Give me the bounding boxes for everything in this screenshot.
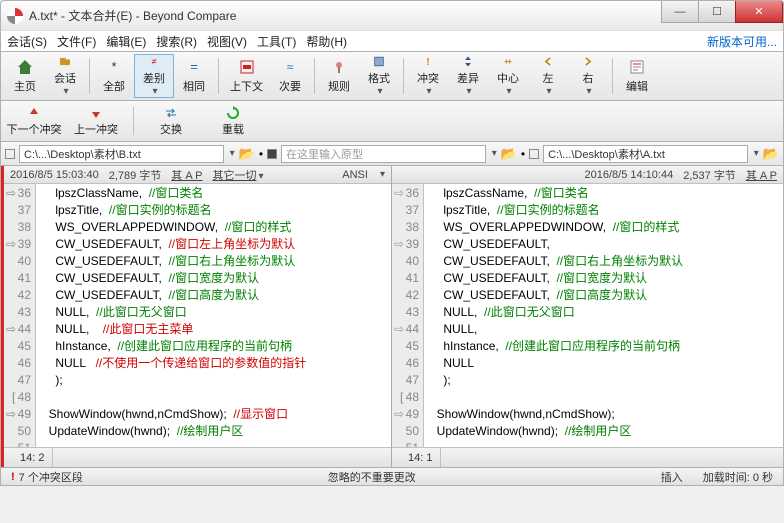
diff-button[interactable]: ≠差别▾ xyxy=(134,54,174,98)
left-header: 2016/8/5 15:03:40 2,789 字节 其 A P 其它一切▾ A… xyxy=(4,166,391,184)
session-button[interactable]: 会话▾ xyxy=(45,54,85,98)
left-pane: 2016/8/5 15:03:40 2,789 字节 其 A P 其它一切▾ A… xyxy=(1,166,392,467)
svg-text:≈: ≈ xyxy=(287,60,294,74)
center-button[interactable]: 中心▾ xyxy=(488,54,528,98)
update-link[interactable]: 新版本可用... xyxy=(707,33,777,50)
svg-text:*: * xyxy=(111,59,116,74)
right-code[interactable]: lpszCassName, //窗口类名 lpszTitle, //窗口实例的标… xyxy=(424,184,783,447)
nav-toolbar: 下一个冲突 上一冲突 交换 重载 xyxy=(0,101,784,142)
left-gutter: 363738394041424344454647484950515253 xyxy=(4,184,36,447)
ignored-label: 忽略的不重要更改 xyxy=(93,468,651,485)
home-button[interactable]: 主页 xyxy=(5,54,45,98)
right-marker[interactable] xyxy=(529,149,539,159)
center-path-input[interactable]: 在这里输入原型 xyxy=(281,145,486,163)
diffnav-button[interactable]: 差异▾ xyxy=(448,54,488,98)
warn-icon: ! xyxy=(11,471,15,483)
right-header: 2016/8/5 14:10:44 2,537 字节 其 A P xyxy=(392,166,783,184)
menu-tools[interactable]: 工具(T) xyxy=(257,33,296,50)
right-pane: 2016/8/5 14:10:44 2,537 字节 其 A P 3637383… xyxy=(392,166,783,467)
swap-button[interactable]: 交换 xyxy=(142,103,200,139)
right-status: 14: 1 xyxy=(392,447,783,467)
menu-session[interactable]: 会话(S) xyxy=(7,33,47,50)
left-button[interactable]: 左▾ xyxy=(528,54,568,98)
left-bytes: 2,789 字节 xyxy=(109,167,162,183)
format-button[interactable]: 格式▾ xyxy=(359,54,399,98)
all-button[interactable]: *全部 xyxy=(94,54,134,98)
insert-mode: 插入 xyxy=(651,468,693,485)
center-path-dropdown[interactable]: ▾ xyxy=(492,148,497,159)
left-enc[interactable]: ANSI xyxy=(342,169,368,181)
right-button[interactable]: 右▾ xyxy=(568,54,608,98)
main-toolbar: 主页 会话▾ *全部 ≠差别▾ =相同 上下文 ≈次要 规则 格式▾ !冲突▾ … xyxy=(0,52,784,101)
app-icon xyxy=(7,8,23,24)
center-marker[interactable] xyxy=(267,149,277,159)
prev-conflict-button[interactable]: 下一个冲突 xyxy=(5,103,63,139)
right-pos: 14: 1 xyxy=(400,448,441,467)
right-gutter: 363738394041424344454647484950515253 xyxy=(392,184,424,447)
reload-button[interactable]: 重载 xyxy=(204,103,262,139)
menubar: 会话(S) 文件(F) 编辑(E) 搜索(R) 视图(V) 工具(T) 帮助(H… xyxy=(0,30,784,52)
titlebar: A.txt* - 文本合并(E) - Beyond Compare ― ☐ ✕ xyxy=(0,0,784,30)
window-title: A.txt* - 文本合并(E) - Beyond Compare xyxy=(29,7,236,24)
next-conflict-button[interactable]: 上一冲突 xyxy=(67,103,125,139)
right-bytes: 2,537 字节 xyxy=(683,167,736,183)
left-more[interactable]: 其它一切▾ xyxy=(212,167,263,183)
left-code[interactable]: lpszClassName, //窗口类名 lpszTitle, //窗口实例的… xyxy=(36,184,391,447)
menu-file[interactable]: 文件(F) xyxy=(57,33,96,50)
left-date: 2016/8/5 15:03:40 xyxy=(10,169,99,181)
path-bar: C:\...\Desktop\素材\B.txt ▾ 📂 • 在这里输入原型 ▾ … xyxy=(0,142,784,166)
left-path-dropdown[interactable]: ▾ xyxy=(230,148,235,159)
conflicts-count: 7 个冲突区段 xyxy=(19,469,83,485)
close-button[interactable]: ✕ xyxy=(735,1,783,23)
right-date: 2016/8/5 14:10:44 xyxy=(585,169,674,181)
same-button[interactable]: =相同 xyxy=(174,54,214,98)
left-open-icon[interactable]: 📂 xyxy=(239,146,255,162)
left-oth[interactable]: 其 A P xyxy=(171,167,202,183)
maximize-button[interactable]: ☐ xyxy=(698,1,736,23)
menu-help[interactable]: 帮助(H) xyxy=(306,33,347,50)
conflict-button[interactable]: !冲突▾ xyxy=(408,54,448,98)
minor-button[interactable]: ≈次要 xyxy=(270,54,310,98)
svg-text:=: = xyxy=(190,59,198,74)
right-path-dropdown[interactable]: ▾ xyxy=(754,148,759,159)
right-path-input[interactable]: C:\...\Desktop\素材\A.txt xyxy=(543,145,748,163)
compare-area: 2016/8/5 15:03:40 2,789 字节 其 A P 其它一切▾ A… xyxy=(0,166,784,468)
left-status: 14: 2 xyxy=(4,447,391,467)
context-button[interactable]: 上下文 xyxy=(223,54,270,98)
right-open-icon[interactable]: 📂 xyxy=(763,146,779,162)
left-path-input[interactable]: C:\...\Desktop\素材\B.txt xyxy=(19,145,224,163)
minimize-button[interactable]: ― xyxy=(661,1,699,23)
menu-view[interactable]: 视图(V) xyxy=(207,33,247,50)
rules-button[interactable]: 规则 xyxy=(319,54,359,98)
edit-button[interactable]: 编辑 xyxy=(617,54,657,98)
statusbar: ! 7 个冲突区段 忽略的不重要更改 插入 加载时间: 0 秒 xyxy=(0,468,784,486)
svg-text:≠: ≠ xyxy=(151,56,156,66)
svg-text:!: ! xyxy=(426,57,429,68)
load-time: 加载时间: 0 秒 xyxy=(693,468,783,485)
right-oth[interactable]: 其 A P xyxy=(746,167,777,183)
menu-edit[interactable]: 编辑(E) xyxy=(106,33,146,50)
center-open-icon[interactable]: 📂 xyxy=(501,146,517,162)
left-marker[interactable] xyxy=(5,149,15,159)
menu-search[interactable]: 搜索(R) xyxy=(156,33,197,50)
left-pos: 14: 2 xyxy=(12,448,53,467)
